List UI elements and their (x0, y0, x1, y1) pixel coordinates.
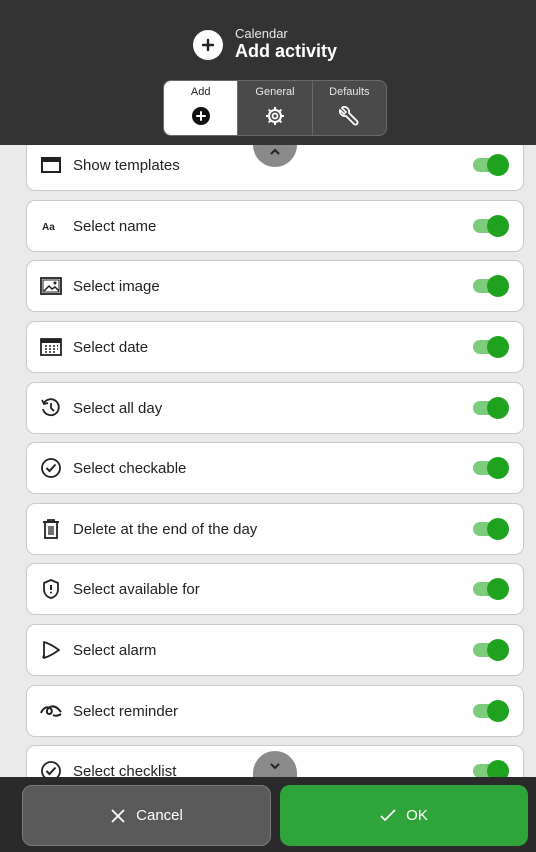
chevron-up-icon (269, 145, 281, 161)
cancel-label: Cancel (136, 807, 183, 824)
ok-label: OK (406, 807, 428, 824)
calendar-icon (39, 335, 63, 359)
tab-general[interactable]: General (238, 81, 313, 135)
row-label: Select available for (73, 580, 200, 598)
row-label: Select checklist (73, 762, 177, 778)
row-label: Select all day (73, 399, 163, 417)
template-icon (39, 153, 63, 177)
toggle-switch[interactable] (473, 578, 509, 600)
tab-defaults-label: Defaults (329, 86, 370, 98)
check-icon (380, 808, 396, 823)
gear-icon (262, 103, 288, 129)
checklist-icon (39, 759, 63, 777)
check-circle-icon (39, 456, 63, 480)
row-label: Select name (73, 217, 157, 235)
row-label: Delete at the end of the day (73, 520, 258, 538)
toggle-switch[interactable] (473, 760, 509, 777)
toggle-switch[interactable] (473, 457, 509, 479)
title-area: Calendar Add activity (193, 27, 337, 62)
plus-circle-icon (188, 103, 214, 129)
svg-text:Aa: Aa (42, 222, 55, 233)
ok-button[interactable]: OK (280, 785, 528, 846)
row-label: Select alarm (73, 641, 157, 659)
header-subtitle: Calendar (235, 26, 288, 41)
toggle-switch[interactable] (473, 518, 509, 540)
tab-bar: Add General Defaults (163, 80, 387, 136)
text-aa-icon: Aa (39, 214, 63, 238)
row-select-image[interactable]: Select image (26, 260, 524, 312)
toggle-switch[interactable] (473, 700, 509, 722)
tab-general-label: General (255, 86, 295, 98)
row-select-reminder[interactable]: Select reminder (26, 685, 524, 737)
row-delete-end-of-day[interactable]: Delete at the end of the day (26, 503, 524, 555)
row-select-alarm[interactable]: Select alarm (26, 624, 524, 676)
toggle-switch[interactable] (473, 275, 509, 297)
settings-list[interactable]: Show templates Aa Select name Select ima… (0, 145, 536, 777)
close-icon (110, 808, 126, 824)
page-title: Add activity (235, 41, 338, 61)
alarm-bell-icon (39, 638, 63, 662)
row-select-date[interactable]: Select date (26, 321, 524, 373)
image-icon (39, 274, 63, 298)
row-select-available-for[interactable]: Select available for (26, 563, 524, 615)
tab-add[interactable]: Add (164, 81, 239, 135)
row-select-all-day[interactable]: Select all day (26, 382, 524, 434)
trash-icon (39, 517, 63, 541)
footer: Cancel OK (0, 777, 536, 852)
shield-icon (39, 577, 63, 601)
wrench-icon (336, 103, 362, 129)
header: Calendar Add activity Add General Defaul… (0, 0, 536, 145)
toggle-switch[interactable] (473, 215, 509, 237)
cancel-button[interactable]: Cancel (22, 785, 271, 846)
toggle-switch[interactable] (473, 336, 509, 358)
plus-circle-icon (193, 29, 223, 60)
row-label: Select date (73, 338, 149, 356)
toggle-switch[interactable] (473, 639, 509, 661)
row-label: Select reminder (73, 702, 179, 720)
row-label: Show templates (73, 156, 180, 174)
row-label: Select image (73, 277, 160, 295)
history-clock-icon (39, 396, 63, 420)
tab-add-label: Add (190, 86, 211, 98)
row-label: Select checkable (73, 459, 187, 477)
row-select-name[interactable]: Aa Select name (26, 200, 524, 252)
toggle-switch[interactable] (473, 397, 509, 419)
reminder-icon (39, 699, 63, 723)
tab-defaults[interactable]: Defaults (313, 81, 386, 135)
chevron-down-icon (269, 757, 281, 775)
row-select-checkable[interactable]: Select checkable (26, 442, 524, 494)
toggle-switch[interactable] (473, 154, 509, 176)
